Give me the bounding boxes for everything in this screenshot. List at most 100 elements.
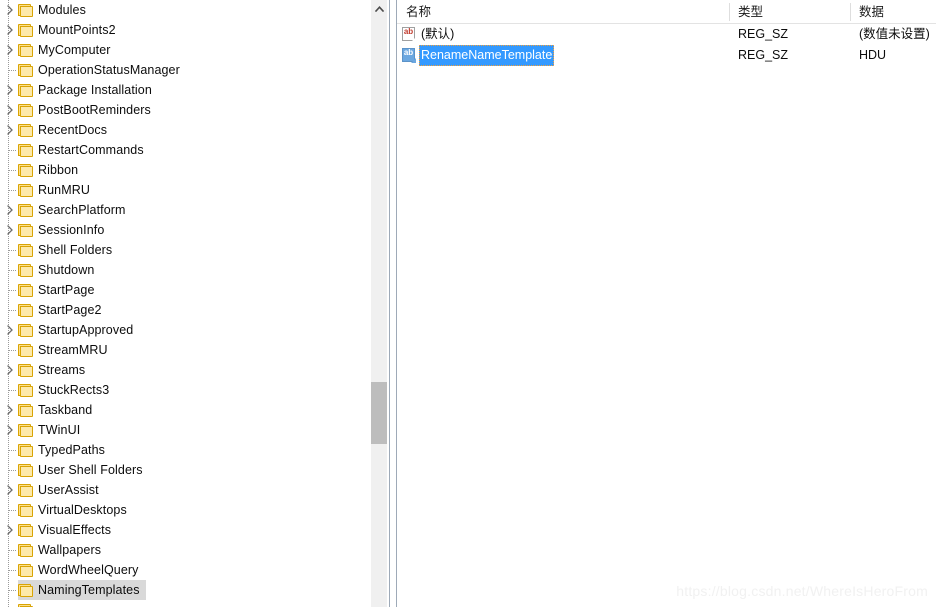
- tree-item-body[interactable]: [18, 600, 44, 607]
- tree-item-body[interactable]: StartupApproved: [18, 320, 139, 340]
- folder-icon: [18, 483, 33, 497]
- tree-item-virtualdesktops[interactable]: VirtualDesktops: [0, 500, 369, 520]
- tree-item-mycomputer[interactable]: MyComputer: [0, 40, 369, 60]
- chevron-right-icon[interactable]: [4, 120, 16, 140]
- chevron-right-icon[interactable]: [4, 200, 16, 220]
- value-row[interactable]: ab RenameNameTemplate REG_SZ HDU: [397, 45, 936, 66]
- tree-item-userassist[interactable]: UserAssist: [0, 480, 369, 500]
- column-header-data[interactable]: 数据: [850, 0, 884, 24]
- tree-item-startpage2[interactable]: StartPage2: [0, 300, 369, 320]
- chevron-right-icon[interactable]: [4, 100, 16, 120]
- tree-vertical-scrollbar[interactable]: [371, 0, 387, 607]
- tree-item-operationstatusmanager[interactable]: OperationStatusManager: [0, 60, 369, 80]
- tree-item-visualeffects[interactable]: VisualEffects: [0, 520, 369, 540]
- chevron-right-icon[interactable]: [4, 0, 16, 20]
- tree-item-user-shell-folders[interactable]: User Shell Folders: [0, 460, 369, 480]
- folder-icon: [18, 183, 33, 197]
- scrollbar-up-arrow-button[interactable]: [371, 0, 387, 17]
- tree-item-body[interactable]: VirtualDesktops: [18, 500, 133, 520]
- tree-item-stuckrects3[interactable]: StuckRects3: [0, 380, 369, 400]
- chevron-right-icon[interactable]: [4, 220, 16, 240]
- tree-item-ribbon[interactable]: Ribbon: [0, 160, 369, 180]
- tree-item-shell-folders[interactable]: Shell Folders: [0, 240, 369, 260]
- folder-icon: [18, 603, 33, 607]
- tree-item-typedpaths[interactable]: TypedPaths: [0, 440, 369, 460]
- tree-item-body[interactable]: TWinUI: [18, 420, 86, 440]
- tree-item-body[interactable]: UserAssist: [18, 480, 105, 500]
- value-name[interactable]: (默认): [419, 24, 456, 45]
- chevron-right-icon[interactable]: [4, 20, 16, 40]
- chevron-right-icon[interactable]: [4, 80, 16, 100]
- tree-item-body[interactable]: RecentDocs: [18, 120, 113, 140]
- tree-item-body[interactable]: Shell Folders: [18, 240, 118, 260]
- tree-item-body[interactable]: SearchPlatform: [18, 200, 132, 220]
- tree-item-twinui[interactable]: TWinUI: [0, 420, 369, 440]
- tree-item-modules[interactable]: Modules: [0, 0, 369, 20]
- chevron-right-icon[interactable]: [4, 40, 16, 60]
- registry-key-tree[interactable]: Modules MountPoints2 MyComputer OperationSt…: [0, 0, 369, 607]
- chevron-right-icon[interactable]: [4, 420, 16, 440]
- tree-item-wallpapers[interactable]: Wallpapers: [0, 540, 369, 560]
- tree-item-streams[interactable]: Streams: [0, 360, 369, 380]
- tree-item-body[interactable]: Modules: [18, 0, 92, 20]
- tree-item-restartcommands[interactable]: RestartCommands: [0, 140, 369, 160]
- column-header-name[interactable]: 名称: [397, 0, 431, 24]
- tree-item-package-installation[interactable]: Package Installation: [0, 80, 369, 100]
- tree-item-body[interactable]: Ribbon: [18, 160, 84, 180]
- folder-icon: [18, 103, 33, 117]
- folder-icon: [18, 43, 33, 57]
- chevron-right-icon[interactable]: [4, 360, 16, 380]
- tree-item-sessioninfo[interactable]: SessionInfo: [0, 220, 369, 240]
- tree-item-body[interactable]: VisualEffects: [18, 520, 117, 540]
- tree-guide-elbow: [9, 390, 16, 391]
- tree-item-body[interactable]: RestartCommands: [18, 140, 150, 160]
- tree-item-body[interactable]: StuckRects3: [18, 380, 115, 400]
- string-value-ab-icon: ab: [401, 48, 416, 63]
- tree-item-mountpoints2[interactable]: MountPoints2: [0, 20, 369, 40]
- tree-item-body[interactable]: RunMRU: [18, 180, 96, 200]
- tree-item-searchplatform[interactable]: SearchPlatform: [0, 200, 369, 220]
- tree-item-body[interactable]: MyComputer: [18, 40, 117, 60]
- tree-item-body[interactable]: Streams: [18, 360, 91, 380]
- tree-item-namingtemplates[interactable]: NamingTemplates: [0, 580, 369, 600]
- tree-item-partial[interactable]: [0, 600, 369, 607]
- tree-item-body[interactable]: User Shell Folders: [18, 460, 149, 480]
- column-header-type[interactable]: 类型: [729, 0, 763, 24]
- tree-guide-elbow: [9, 570, 16, 571]
- tree-item-body[interactable]: Wallpapers: [18, 540, 107, 560]
- chevron-right-icon[interactable]: [4, 480, 16, 500]
- chevron-right-icon[interactable]: [4, 320, 16, 340]
- tree-item-wordwheelquery[interactable]: WordWheelQuery: [0, 560, 369, 580]
- value-row[interactable]: ab (默认) REG_SZ (数值未设置): [397, 24, 936, 45]
- folder-icon: [18, 163, 33, 177]
- scrollbar-thumb[interactable]: [371, 382, 387, 444]
- panel-divider-left[interactable]: [389, 0, 390, 607]
- tree-item-body[interactable]: Shutdown: [18, 260, 100, 280]
- tree-item-runmru[interactable]: RunMRU: [0, 180, 369, 200]
- tree-item-taskband[interactable]: Taskband: [0, 400, 369, 420]
- value-name[interactable]: RenameNameTemplate: [419, 45, 555, 66]
- tree-item-body[interactable]: StreamMRU: [18, 340, 114, 360]
- tree-item-startpage[interactable]: StartPage: [0, 280, 369, 300]
- tree-item-body[interactable]: Package Installation: [18, 80, 158, 100]
- tree-item-body[interactable]: WordWheelQuery: [18, 560, 145, 580]
- tree-item-postbootreminders[interactable]: PostBootReminders: [0, 100, 369, 120]
- tree-item-body[interactable]: OperationStatusManager: [18, 60, 186, 80]
- tree-item-body[interactable]: StartPage: [18, 280, 101, 300]
- tree-item-body[interactable]: Taskband: [18, 400, 98, 420]
- tree-item-streammru[interactable]: StreamMRU: [0, 340, 369, 360]
- tree-item-body[interactable]: TypedPaths: [18, 440, 111, 460]
- tree-item-recentdocs[interactable]: RecentDocs: [0, 120, 369, 140]
- tree-item-body[interactable]: MountPoints2: [18, 20, 122, 40]
- tree-item-body[interactable]: StartPage2: [18, 300, 108, 320]
- registry-values-list[interactable]: 名称 类型 数据 ab (默认) REG_SZ (数值未设置) ab RenameNameTe…: [397, 0, 936, 607]
- chevron-up-icon: [374, 5, 384, 12]
- chevron-right-icon[interactable]: [4, 400, 16, 420]
- tree-item-body[interactable]: PostBootReminders: [18, 100, 157, 120]
- tree-item-body[interactable]: SessionInfo: [18, 220, 110, 240]
- tree-guide-elbow: [9, 590, 16, 591]
- tree-item-shutdown[interactable]: Shutdown: [0, 260, 369, 280]
- tree-item-body[interactable]: NamingTemplates: [18, 580, 146, 600]
- tree-item-startupapproved[interactable]: StartupApproved: [0, 320, 369, 340]
- chevron-right-icon[interactable]: [4, 520, 16, 540]
